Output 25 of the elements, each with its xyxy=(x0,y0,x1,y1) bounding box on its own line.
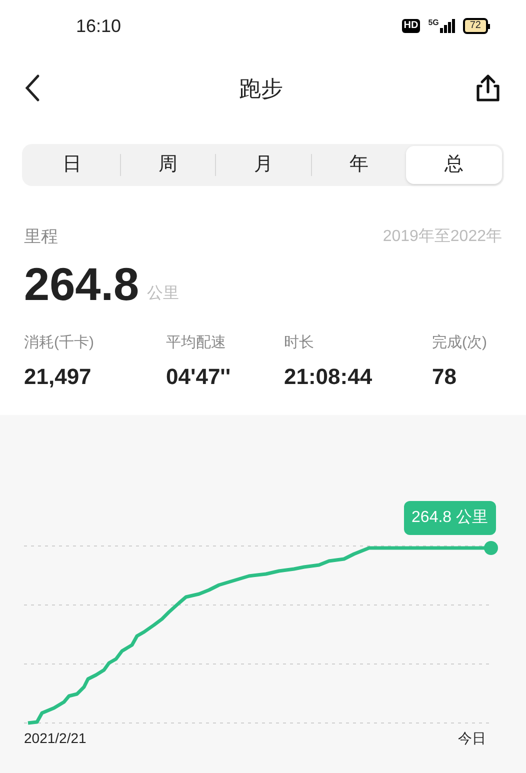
x-axis-end: 今日 xyxy=(458,729,486,748)
distance-label: 里程 xyxy=(24,226,58,248)
stat-value: 04'47'' xyxy=(166,363,232,391)
period-tab[interactable]: 周 xyxy=(120,146,216,184)
period-tab[interactable]: 日 xyxy=(24,146,120,184)
stat-value: 21:08:44 xyxy=(284,363,374,391)
x-axis-start: 2021/2/21 xyxy=(24,729,86,748)
page-title: 跑步 xyxy=(239,74,283,102)
distance-value: 264.8 xyxy=(24,258,140,310)
share-button[interactable] xyxy=(474,72,502,104)
date-range: 2019年至2022年 xyxy=(382,226,502,247)
stat-label: 消耗(千卡) xyxy=(24,332,95,352)
distance-unit: 公里 xyxy=(147,284,180,304)
stat-value: 78 xyxy=(432,363,458,391)
battery-icon: 72 xyxy=(462,18,490,34)
value-tooltip: 264.8 公里 xyxy=(404,501,496,535)
stat-value: 21,497 xyxy=(24,363,92,391)
stat-label: 平均配速 xyxy=(166,332,227,352)
hd-badge: HD xyxy=(402,19,420,33)
stat-label: 完成(次) xyxy=(432,332,488,352)
stat-label: 时长 xyxy=(284,332,315,352)
period-tab[interactable]: 月 xyxy=(216,146,311,184)
period-tab[interactable]: 年 xyxy=(312,146,406,184)
status-time: 16:10 xyxy=(76,14,122,38)
period-tab[interactable]: 总 xyxy=(406,146,502,184)
